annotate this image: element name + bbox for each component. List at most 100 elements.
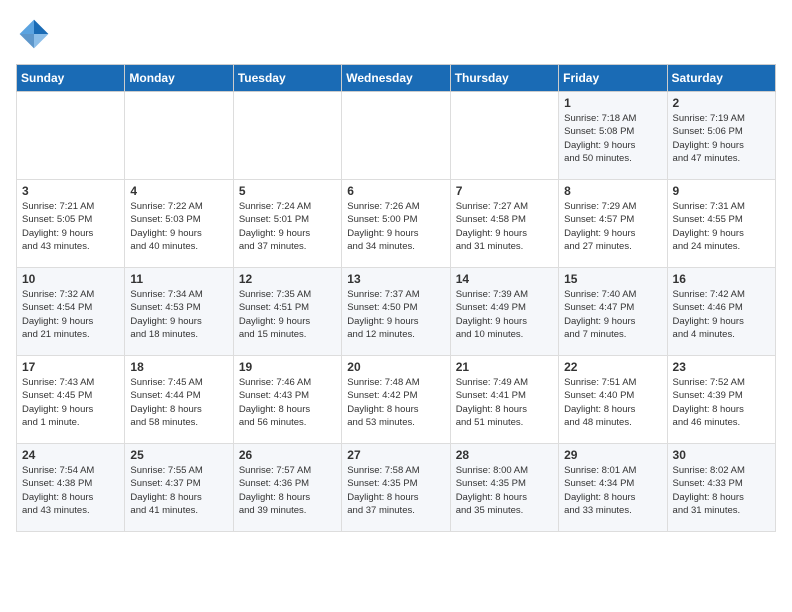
day-number: 1 <box>564 96 661 110</box>
day-header-tuesday: Tuesday <box>233 65 341 92</box>
logo <box>16 16 56 52</box>
day-number: 7 <box>456 184 553 198</box>
day-info: Sunrise: 7:21 AM Sunset: 5:05 PM Dayligh… <box>22 200 119 253</box>
day-info: Sunrise: 7:24 AM Sunset: 5:01 PM Dayligh… <box>239 200 336 253</box>
logo-icon <box>16 16 52 52</box>
day-info: Sunrise: 7:43 AM Sunset: 4:45 PM Dayligh… <box>22 376 119 429</box>
calendar-cell: 25 Sunrise: 7:55 AM Sunset: 4:37 PM Dayli… <box>125 444 233 532</box>
day-number: 6 <box>347 184 444 198</box>
day-number: 16 <box>673 272 770 286</box>
day-number: 25 <box>130 448 227 462</box>
day-info: Sunrise: 7:45 AM Sunset: 4:44 PM Dayligh… <box>130 376 227 429</box>
calendar-cell: 29 Sunrise: 8:01 AM Sunset: 4:34 PM Dayli… <box>559 444 667 532</box>
calendar-cell <box>342 92 450 180</box>
week-row-4: 17Sunrise: 7:43 AM Sunset: 4:45 PM Dayli… <box>17 356 776 444</box>
day-number: 14 <box>456 272 553 286</box>
day-number: 20 <box>347 360 444 374</box>
calendar-cell: 19 Sunrise: 7:46 AM Sunset: 4:43 PM Dayli… <box>233 356 341 444</box>
day-info: Sunrise: 7:40 AM Sunset: 4:47 PM Dayligh… <box>564 288 661 341</box>
day-info: Sunrise: 7:22 AM Sunset: 5:03 PM Dayligh… <box>130 200 227 253</box>
calendar-cell: 21 Sunrise: 7:49 AM Sunset: 4:41 PM Dayli… <box>450 356 558 444</box>
day-number: 24 <box>22 448 119 462</box>
calendar-cell: 1 Sunrise: 7:18 AM Sunset: 5:08 PM Daylig… <box>559 92 667 180</box>
day-info: Sunrise: 7:18 AM Sunset: 5:08 PM Dayligh… <box>564 112 661 165</box>
calendar-cell: 27 Sunrise: 7:58 AM Sunset: 4:35 PM Dayli… <box>342 444 450 532</box>
calendar-body: 1 Sunrise: 7:18 AM Sunset: 5:08 PM Daylig… <box>17 92 776 532</box>
calendar-cell: 18 Sunrise: 7:45 AM Sunset: 4:44 PM Dayli… <box>125 356 233 444</box>
calendar-cell: 17Sunrise: 7:43 AM Sunset: 4:45 PM Dayli… <box>17 356 125 444</box>
page-header <box>16 16 776 52</box>
day-number: 2 <box>673 96 770 110</box>
calendar-cell <box>125 92 233 180</box>
calendar-cell: 6 Sunrise: 7:26 AM Sunset: 5:00 PM Daylig… <box>342 180 450 268</box>
calendar-cell: 23 Sunrise: 7:52 AM Sunset: 4:39 PM Dayli… <box>667 356 775 444</box>
calendar-cell: 20Sunrise: 7:48 AM Sunset: 4:42 PM Dayli… <box>342 356 450 444</box>
day-number: 22 <box>564 360 661 374</box>
calendar-cell: 26 Sunrise: 7:57 AM Sunset: 4:36 PM Dayli… <box>233 444 341 532</box>
day-number: 26 <box>239 448 336 462</box>
header-row: SundayMondayTuesdayWednesdayThursdayFrid… <box>17 65 776 92</box>
day-info: Sunrise: 8:01 AM Sunset: 4:34 PM Dayligh… <box>564 464 661 517</box>
day-number: 13 <box>347 272 444 286</box>
day-number: 21 <box>456 360 553 374</box>
day-number: 19 <box>239 360 336 374</box>
day-info: Sunrise: 7:57 AM Sunset: 4:36 PM Dayligh… <box>239 464 336 517</box>
day-number: 18 <box>130 360 227 374</box>
day-header-saturday: Saturday <box>667 65 775 92</box>
calendar-cell: 5Sunrise: 7:24 AM Sunset: 5:01 PM Daylig… <box>233 180 341 268</box>
day-number: 11 <box>130 272 227 286</box>
day-info: Sunrise: 7:19 AM Sunset: 5:06 PM Dayligh… <box>673 112 770 165</box>
week-row-1: 1 Sunrise: 7:18 AM Sunset: 5:08 PM Daylig… <box>17 92 776 180</box>
day-info: Sunrise: 7:34 AM Sunset: 4:53 PM Dayligh… <box>130 288 227 341</box>
day-number: 23 <box>673 360 770 374</box>
day-info: Sunrise: 7:49 AM Sunset: 4:41 PM Dayligh… <box>456 376 553 429</box>
day-number: 3 <box>22 184 119 198</box>
day-info: Sunrise: 7:42 AM Sunset: 4:46 PM Dayligh… <box>673 288 770 341</box>
day-header-sunday: Sunday <box>17 65 125 92</box>
calendar-cell <box>17 92 125 180</box>
day-number: 15 <box>564 272 661 286</box>
calendar-cell: 13 Sunrise: 7:37 AM Sunset: 4:50 PM Dayli… <box>342 268 450 356</box>
day-info: Sunrise: 7:55 AM Sunset: 4:37 PM Dayligh… <box>130 464 227 517</box>
calendar-header: SundayMondayTuesdayWednesdayThursdayFrid… <box>17 65 776 92</box>
day-info: Sunrise: 7:27 AM Sunset: 4:58 PM Dayligh… <box>456 200 553 253</box>
day-info: Sunrise: 7:32 AM Sunset: 4:54 PM Dayligh… <box>22 288 119 341</box>
calendar-cell <box>450 92 558 180</box>
calendar-cell: 9 Sunrise: 7:31 AM Sunset: 4:55 PM Daylig… <box>667 180 775 268</box>
day-info: Sunrise: 7:26 AM Sunset: 5:00 PM Dayligh… <box>347 200 444 253</box>
day-info: Sunrise: 8:02 AM Sunset: 4:33 PM Dayligh… <box>673 464 770 517</box>
day-info: Sunrise: 7:58 AM Sunset: 4:35 PM Dayligh… <box>347 464 444 517</box>
day-info: Sunrise: 8:00 AM Sunset: 4:35 PM Dayligh… <box>456 464 553 517</box>
day-info: Sunrise: 7:51 AM Sunset: 4:40 PM Dayligh… <box>564 376 661 429</box>
day-info: Sunrise: 7:37 AM Sunset: 4:50 PM Dayligh… <box>347 288 444 341</box>
calendar-cell: 22 Sunrise: 7:51 AM Sunset: 4:40 PM Dayli… <box>559 356 667 444</box>
day-info: Sunrise: 7:46 AM Sunset: 4:43 PM Dayligh… <box>239 376 336 429</box>
calendar-cell: 30Sunrise: 8:02 AM Sunset: 4:33 PM Dayli… <box>667 444 775 532</box>
week-row-5: 24Sunrise: 7:54 AM Sunset: 4:38 PM Dayli… <box>17 444 776 532</box>
day-header-wednesday: Wednesday <box>342 65 450 92</box>
week-row-2: 3 Sunrise: 7:21 AM Sunset: 5:05 PM Daylig… <box>17 180 776 268</box>
calendar-cell: 15 Sunrise: 7:40 AM Sunset: 4:47 PM Dayli… <box>559 268 667 356</box>
day-info: Sunrise: 7:52 AM Sunset: 4:39 PM Dayligh… <box>673 376 770 429</box>
day-number: 9 <box>673 184 770 198</box>
day-header-monday: Monday <box>125 65 233 92</box>
calendar-cell: 14Sunrise: 7:39 AM Sunset: 4:49 PM Dayli… <box>450 268 558 356</box>
day-info: Sunrise: 7:29 AM Sunset: 4:57 PM Dayligh… <box>564 200 661 253</box>
calendar-cell <box>233 92 341 180</box>
calendar-cell: 28 Sunrise: 8:00 AM Sunset: 4:35 PM Dayli… <box>450 444 558 532</box>
calendar-cell: 16 Sunrise: 7:42 AM Sunset: 4:46 PM Dayli… <box>667 268 775 356</box>
day-info: Sunrise: 7:35 AM Sunset: 4:51 PM Dayligh… <box>239 288 336 341</box>
calendar-cell: 11 Sunrise: 7:34 AM Sunset: 4:53 PM Dayli… <box>125 268 233 356</box>
calendar-cell: 7 Sunrise: 7:27 AM Sunset: 4:58 PM Daylig… <box>450 180 558 268</box>
week-row-3: 10Sunrise: 7:32 AM Sunset: 4:54 PM Dayli… <box>17 268 776 356</box>
day-info: Sunrise: 7:31 AM Sunset: 4:55 PM Dayligh… <box>673 200 770 253</box>
calendar-cell: 8Sunrise: 7:29 AM Sunset: 4:57 PM Daylig… <box>559 180 667 268</box>
day-number: 28 <box>456 448 553 462</box>
calendar-table: SundayMondayTuesdayWednesdayThursdayFrid… <box>16 64 776 532</box>
day-number: 27 <box>347 448 444 462</box>
calendar-cell: 24Sunrise: 7:54 AM Sunset: 4:38 PM Dayli… <box>17 444 125 532</box>
day-header-thursday: Thursday <box>450 65 558 92</box>
day-number: 12 <box>239 272 336 286</box>
day-number: 29 <box>564 448 661 462</box>
calendar-cell: 4Sunrise: 7:22 AM Sunset: 5:03 PM Daylig… <box>125 180 233 268</box>
